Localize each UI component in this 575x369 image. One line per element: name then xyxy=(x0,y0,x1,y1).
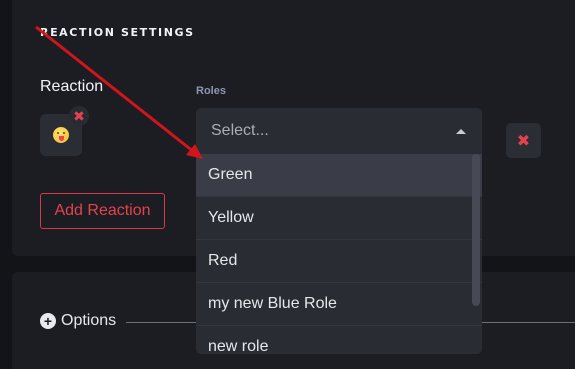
dropdown-option-new-role[interactable]: new role xyxy=(196,326,482,354)
roles-dropdown-menu: Green Yellow Red my new Blue Role new ro… xyxy=(196,154,482,354)
remove-emoji-button[interactable]: ✖ xyxy=(69,106,89,126)
roles-select-placeholder: Select... xyxy=(211,122,269,139)
plus-circle-icon: + xyxy=(40,313,56,329)
roles-select[interactable]: Select... xyxy=(196,108,482,154)
section-title: REACTION SETTINGS xyxy=(40,26,195,39)
caret-up-icon[interactable] xyxy=(456,129,466,134)
face-with-tongue-icon xyxy=(53,127,69,143)
close-icon: ✖ xyxy=(73,108,85,124)
add-reaction-button[interactable]: Add Reaction xyxy=(40,193,165,229)
dropdown-option-yellow[interactable]: Yellow xyxy=(196,197,482,240)
roles-label: Roles xyxy=(196,85,226,97)
dropdown-option-green[interactable]: Green xyxy=(196,154,482,197)
dropdown-scrollbar[interactable] xyxy=(472,154,480,306)
options-divider-right xyxy=(482,322,575,323)
dropdown-option-red[interactable]: Red xyxy=(196,240,482,283)
options-divider-left xyxy=(126,322,196,323)
close-icon: ✖ xyxy=(516,132,531,150)
options-label: Options xyxy=(61,312,117,329)
delete-reaction-button[interactable]: ✖ xyxy=(506,123,541,158)
options-toggle[interactable]: + Options xyxy=(40,312,116,330)
reaction-label: Reaction xyxy=(40,78,104,95)
dropdown-option-my-new-blue-role[interactable]: my new Blue Role xyxy=(196,283,482,326)
